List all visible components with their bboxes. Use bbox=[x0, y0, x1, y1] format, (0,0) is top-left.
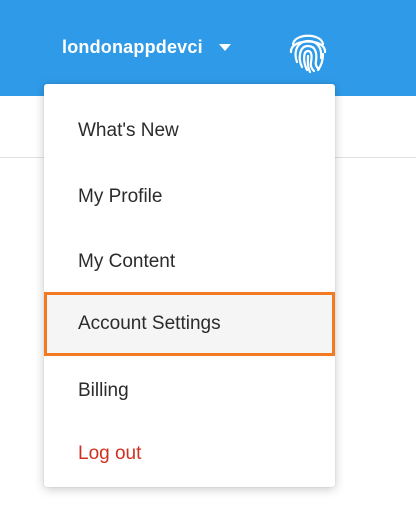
fingerprint-icon[interactable] bbox=[283, 24, 333, 74]
menu-item-billing[interactable]: Billing bbox=[44, 361, 335, 421]
top-nav-bar: londonappdevci bbox=[0, 0, 416, 96]
page: londonappdevci What's New My Profile My … bbox=[0, 0, 416, 508]
menu-item-my-content[interactable]: My Content bbox=[44, 232, 335, 292]
menu-item-log-out[interactable]: Log out bbox=[44, 424, 335, 484]
user-dropdown-menu: What's New My Profile My Content Account… bbox=[44, 84, 335, 487]
caret-down-icon bbox=[218, 43, 231, 51]
user-menu-toggle[interactable]: londonappdevci bbox=[62, 29, 231, 65]
menu-item-my-profile[interactable]: My Profile bbox=[44, 167, 335, 227]
username-label: londonappdevci bbox=[62, 36, 203, 57]
menu-item-whats-new[interactable]: What's New bbox=[44, 101, 335, 161]
menu-item-account-settings[interactable]: Account Settings bbox=[44, 292, 335, 356]
